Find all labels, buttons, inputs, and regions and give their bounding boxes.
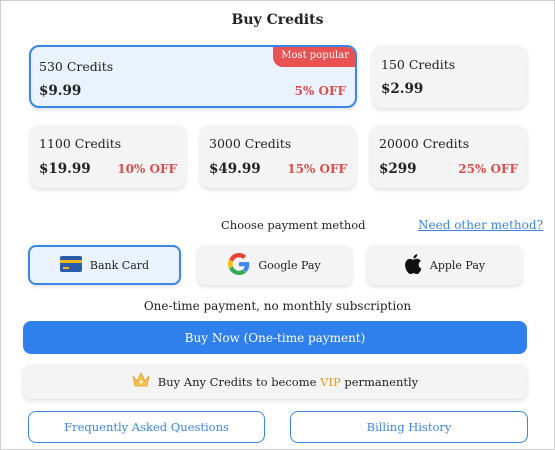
package-credits: 150 Credits — [381, 57, 456, 72]
payment-method-label: Choose payment method — [221, 218, 366, 232]
billing-history-button[interactable]: Billing History — [290, 411, 528, 443]
vip-promo-prefix: Buy Any Credits to become — [157, 374, 321, 389]
most-popular-badge: Most popular — [273, 47, 355, 67]
need-other-method-link[interactable]: Need other method? — [418, 218, 543, 232]
vip-highlight: VIP — [320, 374, 341, 389]
bank-card-button[interactable]: Bank Card — [28, 245, 181, 285]
package-credits: 1100 Credits — [39, 136, 122, 151]
page-title: Buy Credits — [231, 12, 324, 28]
vip-promo-suffix: permanently — [340, 374, 419, 389]
package-card-1100[interactable]: 1100 Credits $19.99 10% OFF — [30, 125, 186, 188]
payment-notice: One-time payment, no monthly subscriptio… — [143, 299, 412, 313]
apple-pay-label: Apple Pay — [429, 258, 486, 272]
package-discount: 15% OFF — [287, 162, 347, 176]
package-price: $2.99 — [381, 81, 424, 97]
package-credits: 3000 Credits — [209, 136, 292, 151]
google-pay-label: Google Pay — [258, 258, 321, 272]
package-credits: 20000 Credits — [379, 136, 470, 151]
vip-promo-button[interactable]: Buy Any Credits to become VIP permanentl… — [23, 364, 527, 399]
bank-card-icon — [59, 255, 82, 275]
package-price: $49.99 — [209, 161, 261, 177]
package-price: $299 — [379, 161, 417, 177]
package-card-3000[interactable]: 3000 Credits $49.99 15% OFF — [200, 125, 356, 188]
package-price: $19.99 — [39, 161, 91, 177]
faq-button[interactable]: Frequently Asked Questions — [28, 411, 265, 443]
google-icon — [228, 252, 250, 278]
package-price: $9.99 — [39, 83, 82, 99]
apple-icon — [404, 253, 422, 278]
package-discount: 10% OFF — [117, 162, 177, 176]
crown-icon — [132, 372, 150, 391]
package-discount: 5% OFF — [294, 84, 346, 98]
package-card-150[interactable]: 150 Credits $2.99 — [372, 45, 527, 108]
buy-now-button[interactable]: Buy Now (One-time payment) — [23, 321, 527, 354]
package-credits: 530 Credits — [39, 59, 114, 74]
package-discount: 25% OFF — [458, 162, 518, 176]
bank-card-label: Bank Card — [89, 258, 150, 272]
google-pay-button[interactable]: Google Pay — [197, 245, 352, 285]
apple-pay-button[interactable]: Apple Pay — [367, 245, 522, 285]
package-card-20000[interactable]: 20000 Credits $299 25% OFF — [370, 125, 527, 188]
package-card-530[interactable]: Most popular 530 Credits $9.99 5% OFF — [29, 45, 357, 108]
vip-promo-text: Buy Any Credits to become VIP permanentl… — [158, 375, 418, 389]
